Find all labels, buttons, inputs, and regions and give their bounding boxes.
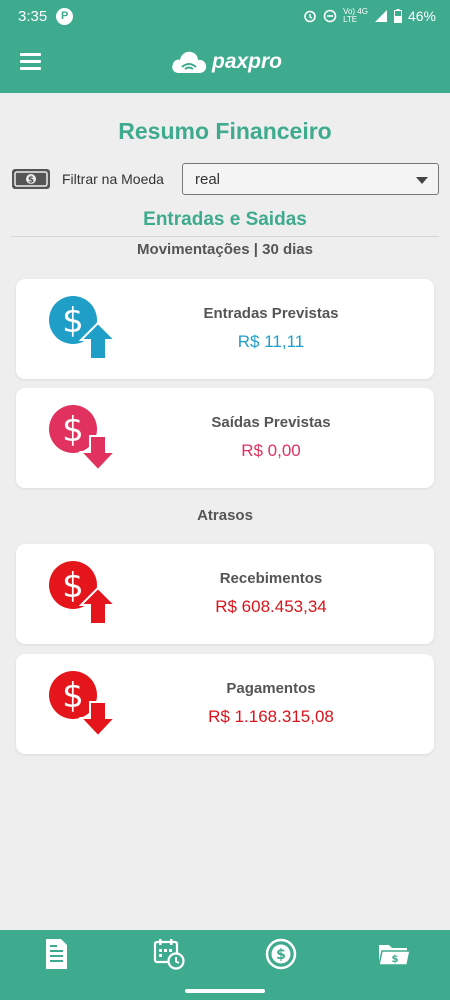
app-bar: paxpro: [0, 32, 450, 93]
dollar-arrow-down-icon: $: [49, 405, 116, 472]
card-overdue-receivables[interactable]: $ Recebimentos R$ 608.453,34: [16, 544, 434, 644]
card-expected-income[interactable]: $ Entradas Previstas R$ 11,11: [16, 279, 434, 379]
card-overdue-payments[interactable]: $ Pagamentos R$ 1.168.315,08: [16, 654, 434, 754]
menu-icon[interactable]: [20, 53, 41, 71]
card-value: R$ 608.453,34: [215, 597, 327, 616]
home-indicator[interactable]: [185, 989, 265, 993]
logo-text: paxpro: [212, 50, 283, 73]
calendar-clock-icon: [153, 939, 185, 970]
battery-percent: 46%: [407, 8, 436, 24]
nav-wallet[interactable]: $: [338, 930, 450, 1000]
status-bar: 3:35 P Vo) 4G LTE 46%: [0, 0, 450, 32]
paxpro-logo: paxpro: [170, 44, 282, 80]
cloud-logo-icon: [172, 51, 207, 73]
svg-text:$: $: [62, 566, 84, 606]
app-notification-icon: P: [56, 7, 74, 25]
svg-text:$: $: [62, 301, 84, 341]
dollar-arrow-down-icon: $: [49, 671, 116, 738]
battery-icon: [393, 9, 402, 23]
svg-text:$: $: [28, 176, 34, 186]
caret-down-icon: [416, 177, 428, 184]
document-icon: [46, 939, 68, 969]
card-label: Saídas Previstas: [211, 414, 331, 431]
section-title-delays: Atrasos: [197, 507, 253, 524]
section-title-movements: Entradas e Saidas: [143, 209, 307, 230]
wallet-icon: $: [377, 945, 411, 966]
page-title: Resumo Financeiro: [118, 118, 332, 144]
nav-documents[interactable]: [0, 930, 113, 1000]
status-icons: Vo) 4G LTE 46%: [303, 8, 436, 24]
svg-text:$: $: [276, 947, 286, 963]
banknote-icon: $: [12, 169, 50, 189]
dollar-arrow-up-icon: $: [49, 296, 116, 360]
card-label: Entradas Previstas: [203, 305, 339, 322]
card-value: R$ 0,00: [241, 441, 301, 460]
signal-icon: [374, 10, 387, 22]
currency-select[interactable]: real: [182, 163, 439, 195]
card-label: Pagamentos: [226, 680, 316, 697]
card-label: Recebimentos: [219, 570, 323, 587]
dollar-arrow-up-icon: $: [49, 561, 116, 625]
status-time: 3:35: [18, 7, 48, 25]
dollar-circle-icon: $: [266, 938, 297, 970]
filter-label: Filtrar na Moeda: [62, 171, 164, 187]
network-type-bottom: LTE: [343, 15, 358, 24]
divider: [11, 236, 439, 237]
do-not-disturb-icon: [323, 9, 337, 23]
card-value: R$ 11,11: [237, 332, 305, 351]
svg-text:$: $: [391, 954, 398, 965]
svg-text:$: $: [62, 676, 84, 716]
svg-text:$: $: [62, 410, 84, 450]
currency-selected-value: real: [195, 170, 221, 188]
card-expected-expenses[interactable]: $ Saídas Previstas R$ 0,00: [16, 388, 434, 488]
alarm-icon: [304, 10, 316, 23]
period-label: Movimentações | 30 dias: [137, 241, 313, 258]
card-value: R$ 1.168.315,08: [208, 707, 334, 726]
currency-filter: $ Filtrar na Moeda real: [11, 163, 439, 195]
